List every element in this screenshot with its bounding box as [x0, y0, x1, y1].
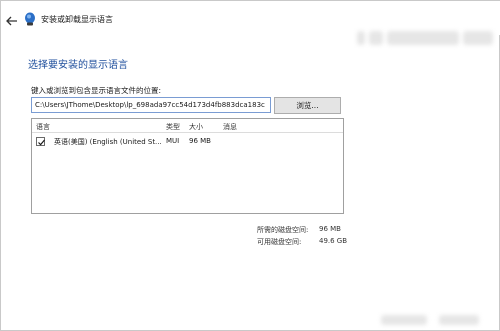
- checkmark-icon: [38, 139, 45, 146]
- blurred-caption-buttons: [357, 31, 365, 45]
- back-arrow-icon: [6, 16, 17, 26]
- language-globe-icon: [23, 12, 37, 27]
- title-bar: 安装或卸载显示语言: [1, 1, 500, 45]
- browse-button[interactable]: 浏览...: [274, 97, 341, 114]
- path-input[interactable]: [31, 97, 271, 113]
- language-size: 96 MB: [189, 137, 211, 145]
- required-space-label: 所需的磁盘空间:: [257, 226, 309, 234]
- blurred-caption-buttons: [369, 31, 383, 45]
- window-title: 安装或卸载显示语言: [41, 15, 113, 24]
- required-space-value: 96 MB: [319, 225, 341, 233]
- language-type: MUI: [166, 137, 180, 145]
- column-header-type[interactable]: 类型: [166, 122, 180, 132]
- blurred-caption-buttons: [463, 31, 493, 45]
- language-checkbox[interactable]: [36, 137, 45, 146]
- column-header-message[interactable]: 消息: [223, 122, 237, 132]
- list-item[interactable]: 英语(美国) (English (United St... MUI 96 MB: [32, 136, 343, 148]
- column-header-language[interactable]: 语言: [36, 122, 50, 132]
- language-name: 英语(美国) (English (United St...: [54, 138, 162, 146]
- install-display-language-window: 安装或卸载显示语言 选择要安装的显示语言 键入或浏览到包含显示语言文件的位置: …: [0, 0, 500, 331]
- available-space-label: 可用磁盘空间:: [257, 238, 302, 246]
- blurred-footer-buttons: [381, 313, 497, 327]
- page-title: 选择要安装的显示语言: [28, 60, 128, 71]
- path-field-label: 键入或浏览到包含显示语言文件的位置:: [31, 86, 162, 95]
- available-space-value: 49.6 GB: [319, 237, 348, 245]
- blurred-caption-buttons: [387, 31, 459, 45]
- list-header: 语言 类型 大小 消息: [32, 119, 343, 133]
- back-button[interactable]: [5, 13, 19, 27]
- column-header-size[interactable]: 大小: [189, 122, 203, 132]
- language-list[interactable]: 语言 类型 大小 消息 英语(美国) (English (United St..…: [31, 118, 344, 214]
